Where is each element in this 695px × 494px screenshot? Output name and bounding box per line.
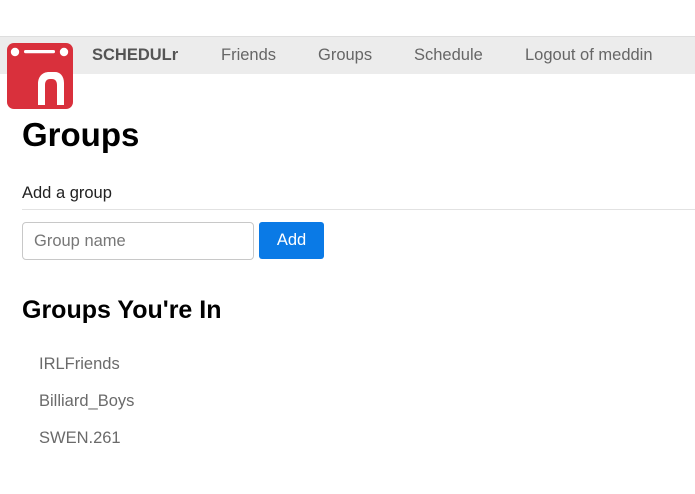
section-divider [22, 209, 695, 210]
add-group-button[interactable]: Add [259, 222, 324, 259]
page-title: Groups [22, 116, 140, 153]
nav-schedule-link[interactable]: Schedule [414, 46, 483, 65]
group-item-irlfriends[interactable]: IRLFriends [39, 353, 134, 390]
group-item-swen-261[interactable]: SWEN.261 [39, 427, 134, 464]
group-item-billiard-boys[interactable]: Billiard_Boys [39, 390, 134, 427]
add-group-label: Add a group [22, 184, 112, 202]
calendar-r-icon[interactable] [7, 43, 73, 109]
page: SCHEDULr Friends Groups Schedule Logout … [0, 0, 695, 494]
group-name-input[interactable] [22, 222, 254, 260]
brand-link[interactable]: SCHEDULr [92, 46, 178, 65]
top-navbar: SCHEDULr Friends Groups Schedule Logout … [0, 36, 695, 74]
nav-friends-link[interactable]: Friends [221, 46, 276, 65]
groups-section-heading: Groups You're In [22, 296, 222, 324]
nav-groups-link[interactable]: Groups [318, 46, 372, 65]
nav-logout-link[interactable]: Logout of meddin [525, 46, 653, 65]
group-list: IRLFriends Billiard_Boys SWEN.261 [39, 353, 134, 464]
